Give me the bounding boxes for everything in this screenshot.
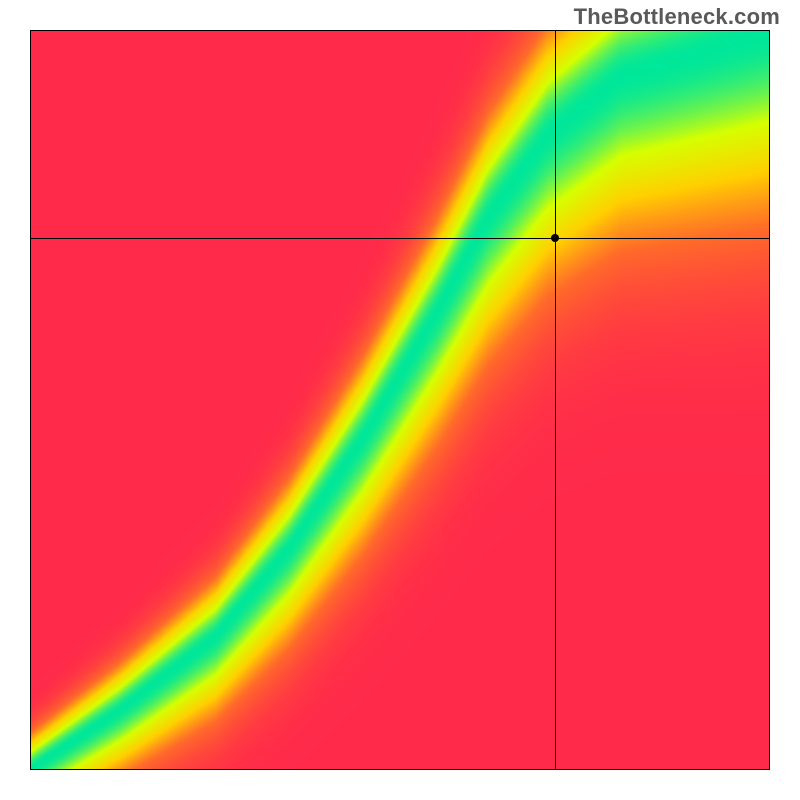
watermark-text: TheBottleneck.com — [574, 4, 780, 30]
plot-area — [30, 30, 770, 770]
heatmap-canvas — [31, 31, 769, 769]
crosshair-vertical — [555, 31, 556, 769]
crosshair-horizontal — [31, 238, 769, 239]
marker-dot — [551, 234, 559, 242]
chart-container: TheBottleneck.com — [0, 0, 800, 800]
